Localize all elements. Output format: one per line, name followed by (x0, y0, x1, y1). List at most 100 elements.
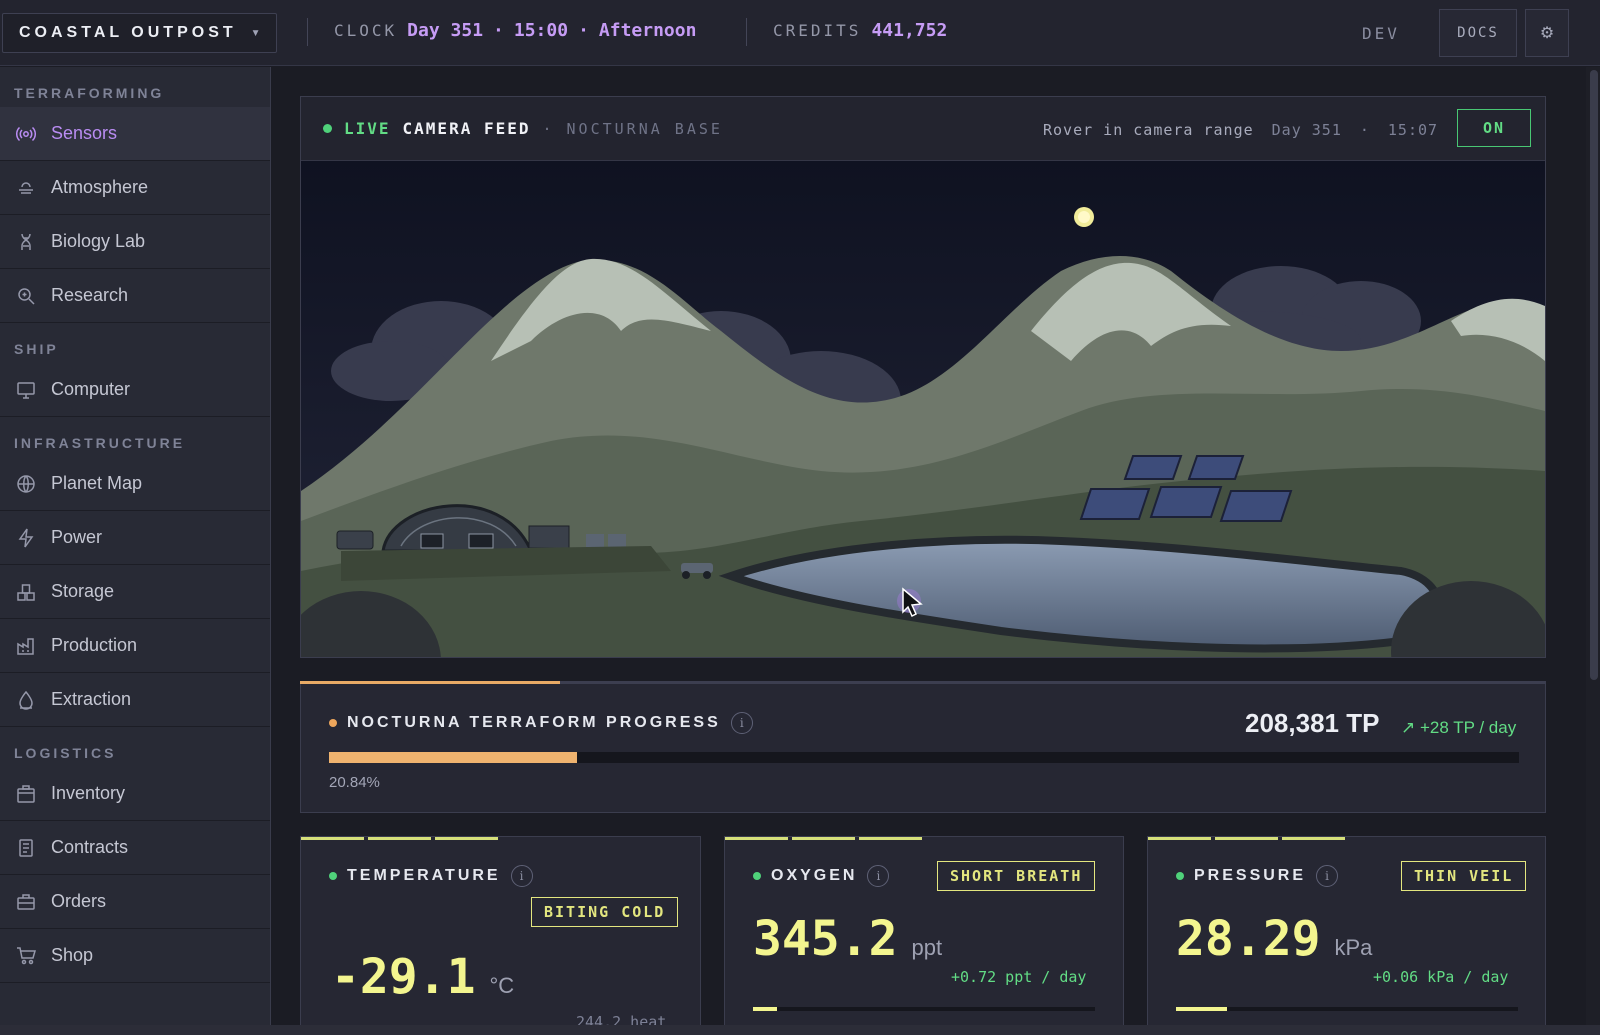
progress-title-text: NOCTURNA TERRAFORM PROGRESS (347, 714, 721, 731)
camera-header: LIVE CAMERA FEED · NOCTURNA BASE Rover i… (301, 97, 1545, 161)
progress-percent: 20.84% (329, 774, 380, 791)
stat-number: 345.2 (753, 911, 898, 967)
terraform-progress-panel: NOCTURNA TERRAFORM PROGRESS i 208,381 TP… (300, 681, 1546, 813)
stat-unit: °C (489, 973, 515, 998)
bottom-bar (0, 1025, 1600, 1035)
clock-period: Afternoon (598, 20, 697, 41)
stat-bar-fill (1176, 1007, 1228, 1011)
clock-label: CLOCK (334, 21, 398, 40)
oxygen-card: OXYGEN i SHORT BREATH 345.2 ppt +0.72 pp… (724, 836, 1124, 1035)
terraform-rate: ↗ +28 TP / day (1401, 718, 1517, 737)
sidebar-item-label: Extraction (51, 689, 132, 709)
card-segments (1148, 837, 1345, 840)
settings-button[interactable]: ⚙ (1525, 9, 1569, 57)
clock-time: 15:00 (513, 20, 569, 41)
divider (307, 18, 308, 46)
progress-title: NOCTURNA TERRAFORM PROGRESS i (329, 712, 753, 734)
stat-value: 345.2 ppt (753, 911, 942, 967)
research-icon (16, 286, 36, 306)
card-title: TEMPERATURE i (329, 865, 533, 887)
rover-status: Rover in camera range Day 351 · 15:07 (1043, 121, 1438, 139)
globe-icon (16, 474, 36, 494)
dna-icon (16, 232, 36, 252)
sidebar-item-contracts[interactable]: Contracts (0, 821, 270, 875)
sidebar-item-production[interactable]: Production (0, 619, 270, 673)
sidebar-item-inventory[interactable]: Inventory (0, 767, 270, 821)
info-icon[interactable]: i (510, 865, 533, 887)
sidebar-item-computer[interactable]: Computer (0, 363, 270, 417)
camera-toggle-button[interactable]: ON (1457, 109, 1531, 147)
stat-bar (1176, 1007, 1518, 1011)
card-title: OXYGEN i (753, 865, 890, 887)
factory-icon (16, 636, 36, 656)
credits-readout: CREDITS 441,752 (773, 20, 947, 41)
stat-value: -29.1 °C (331, 949, 514, 1005)
sidebar-section-title: LOGISTICS (14, 745, 117, 761)
sidebar-item-label: Sensors (51, 123, 118, 143)
progress-bar (329, 752, 1519, 763)
camera-view[interactable] (301, 161, 1545, 657)
card-title-text: OXYGEN (771, 867, 858, 884)
divider (746, 18, 747, 46)
sidebar-item-label: Biology Lab (51, 231, 146, 251)
sidebar-item-shop[interactable]: Shop (0, 929, 270, 983)
document-icon (16, 838, 36, 858)
clock-readout: CLOCK Day 351 · 15:00 · Afternoon (334, 20, 696, 41)
box-icon (16, 784, 36, 804)
gear-icon: ⚙ (1539, 25, 1555, 42)
status-dot-icon (329, 872, 337, 880)
monitor-icon (16, 380, 36, 400)
clock-dot: · (578, 20, 589, 41)
sidebar-item-sensors[interactable]: Sensors (0, 107, 270, 161)
clock-day: Day 351 (407, 20, 484, 41)
card-title: PRESSURE i (1176, 865, 1339, 887)
sidebar-item-atmosphere[interactable]: Atmosphere (0, 161, 270, 215)
landscape-scene (301, 161, 1545, 657)
status-dot-icon (1176, 872, 1184, 880)
sidebar-section-title: SHIP (14, 341, 59, 357)
rover-status-text: Rover in camera range (1043, 121, 1254, 139)
info-icon[interactable]: i (1316, 865, 1339, 887)
sidebar-item-power[interactable]: Power (0, 511, 270, 565)
sidebar-item-storage[interactable]: Storage (0, 565, 270, 619)
terraform-points: 208,381 TP (1245, 708, 1380, 738)
credits-value: 441,752 (871, 20, 948, 41)
sidebar-section-title: INFRASTRUCTURE (14, 435, 186, 451)
docs-button[interactable]: DOCS (1439, 9, 1517, 57)
sidebar-item-orders[interactable]: Orders (0, 875, 270, 929)
card-segments (725, 837, 922, 840)
bolt-icon (16, 528, 36, 548)
dev-button[interactable]: DEV (1362, 24, 1400, 43)
pressure-card: PRESSURE i THIN VEIL 28.29 kPa +0.06 kPa… (1147, 836, 1546, 1035)
outpost-selector[interactable]: COASTAL OUTPOST ▼ (2, 13, 277, 53)
status-badge: THIN VEIL (1401, 861, 1527, 891)
sidebar-item-extraction[interactable]: Extraction (0, 673, 270, 727)
sidebar-item-research[interactable]: Research (0, 269, 270, 323)
storage-icon (16, 582, 36, 602)
timestamp-separator: · (1359, 121, 1370, 139)
chevron-down-icon: ▼ (250, 27, 261, 39)
camera-feed-label: CAMERA FEED (402, 119, 531, 138)
separator: · (542, 119, 555, 138)
stat-unit: kPa (1334, 935, 1373, 960)
sidebar-item-label: Planet Map (51, 473, 143, 493)
atmosphere-icon (16, 178, 36, 198)
cart-icon (16, 946, 36, 966)
live-label: LIVE (344, 119, 391, 138)
sensors-icon (16, 124, 36, 144)
status-badge: SHORT BREATH (937, 861, 1096, 891)
stat-number: -29.1 (331, 949, 476, 1005)
stat-bar-fill (753, 1007, 777, 1011)
camera-feed-panel: LIVE CAMERA FEED · NOCTURNA BASE Rover i… (300, 96, 1546, 658)
sidebar-item-label: Production (51, 635, 138, 655)
info-icon[interactable]: i (730, 712, 753, 734)
card-title-text: TEMPERATURE (347, 867, 501, 884)
scrollbar-thumb[interactable] (1590, 70, 1598, 680)
sidebar-item-label: Inventory (51, 783, 126, 803)
sidebar-item-biology-lab[interactable]: Biology Lab (0, 215, 270, 269)
sidebar-item-label: Shop (51, 945, 94, 965)
sidebar-item-planet-map[interactable]: Planet Map (0, 457, 270, 511)
info-icon[interactable]: i (867, 865, 890, 887)
stat-rate: +0.72 ppt / day (951, 968, 1087, 986)
stat-number: 28.29 (1176, 911, 1321, 967)
